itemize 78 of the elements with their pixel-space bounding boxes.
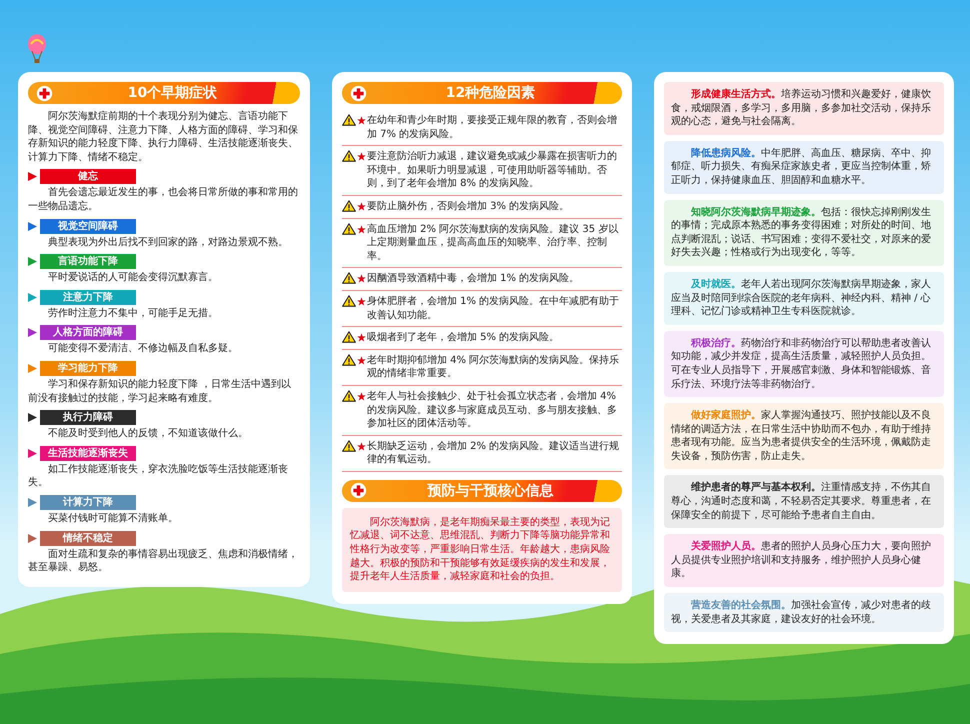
- triangle-pointer-icon: [28, 413, 37, 422]
- core-info-paragraph: 阿尔茨海默病，是老年期痴呆最主要的类型，表现为记忆减退、词不达意、思维混乱、判断力下降等脑功能异常和性格行为改变等，严重影响日常生活。年龄越大，患病风险越大。积极的预防和干预能够有效延缓疾病的发生和发展，提升老年人生活质量，减轻家庭和社会的负担。: [342, 508, 622, 592]
- star-icon: [357, 274, 366, 284]
- triangle-pointer-icon: [28, 534, 37, 542]
- risk-factor-text: 要防止脑外伤，否则会增加 3% 的发病风险。: [367, 200, 570, 214]
- symptom-label: 学习能力下降: [40, 360, 136, 376]
- warning-icon: [342, 200, 356, 212]
- warning-icon: [342, 272, 356, 284]
- section-title: 预防与干预核心信息: [426, 482, 554, 500]
- symptom-label: 视觉空间障碍: [40, 218, 136, 234]
- warning-icon: [342, 294, 356, 307]
- symptom-description: 劳作时注意力不集中，可能手足无措。: [47, 306, 219, 320]
- star-icon: [357, 202, 366, 211]
- symptom-description: 不能及时受到他人的反馈，不知道该做什么。: [47, 427, 249, 441]
- intro-paragraph: 阿尔茨海默症前期的十个表现分别为健忘、言语功能下降、视觉空间障碍、注意力下降、人格方面的障碍、学习和保存新知识的能力轻度下降、执行力障碍、生活技能逐渐丧失、计算力下降、情绪不稳定。: [28, 110, 299, 164]
- advice-paragraph: 关爱照护人员。患者的照护人员身心压力大，要向照护人员提供专业照护培训和支持服务，维护照护人员身心健康。: [664, 534, 944, 588]
- star-icon: [357, 152, 366, 162]
- star-icon: [357, 224, 366, 234]
- symptom-label: 言语功能下降: [40, 254, 136, 270]
- advice-paragraph: 营造友善的社会氛围。加强社会宣传，减少对患者的歧视，关爱患者及其家庭，建设友好的社会环境。: [664, 593, 944, 632]
- symptom-label: 计算力下降: [40, 494, 136, 510]
- triangle-pointer-icon: [28, 222, 37, 231]
- symptom-label: 注意力下降: [40, 290, 136, 305]
- section-title: 10个早期症状: [126, 84, 218, 102]
- risk-factor-text: 在幼年和青少年时期，要接受正规年限的教育，否则会增加 7% 的发病风险。: [367, 114, 618, 142]
- star-icon: [357, 392, 366, 401]
- advice-paragraph: 做好家庭照护。家人掌握沟通技巧、照护技能以及不良情绪的调适方法，在日常生活中协助而不包办，有助于维持患者现有功能。应当为患者提供安全的生活环境，佩戴防走失设备，预防伤害，防止走失。: [664, 403, 944, 470]
- advice-paragraph: 维护患者的尊严与基本权利。注重情感支持，不伤其自尊心，沟通时态度和蔼，不轻易否定其要求。尊重患者，在保障安全的前提下，尽可能给予患者自主自由。: [664, 475, 944, 528]
- symptom-description: 面对生疏和复杂的事情容易出现疲乏、焦虑和消极情绪，甚至暴躁、易怒。: [28, 548, 299, 575]
- star-icon: [357, 296, 366, 306]
- medical-cross-icon: [350, 482, 367, 500]
- warning-icon: [342, 440, 356, 452]
- risk-factor-text: 身体肥胖者，会增加 1% 的发病风险。在中年减肥有助于改善认知功能。: [367, 294, 620, 322]
- medical-cross-icon: [36, 84, 53, 102]
- risk-factor-text: 要注意防治听力减退，建议避免或减少暴露在损害听力的环境中。如果听力明显减退，可使用助听器等辅助。否则，到了老年会增加 8% 的发病风险。: [367, 150, 618, 191]
- warning-icon: [342, 150, 356, 162]
- star-icon: [357, 333, 366, 342]
- triangle-pointer-icon: [28, 257, 37, 266]
- triangle-pointer-icon: [28, 448, 37, 458]
- star-icon: [357, 356, 366, 365]
- symptom-description: 典型表现为外出后找不到回家的路，对路边景观不熟。: [47, 236, 289, 250]
- symptom-description: 可能变得不爱清洁、不修边幅及自私多疑。: [47, 342, 239, 356]
- advice-paragraph: 降低患病风险。中年肥胖、高血压、糖尿病、卒中、抑郁症、听力损失、有痴呆症家族史者，更应当控制体重，矫正听力，保持健康血压、胆固醇和血糖水平。: [664, 140, 944, 194]
- symptom-label: 执行力障碍: [40, 410, 136, 426]
- star-icon: [357, 116, 366, 125]
- risk-factor-text: 长期缺乏运动，会增加 2% 的发病风险。建议适当进行规律的有氧运动。: [367, 440, 620, 467]
- hot-air-balloon-icon: [27, 34, 47, 64]
- symptom-description: 买菜付钱时可能算不清账单。: [47, 512, 179, 526]
- risk-factor-text: 高血压增加 2% 阿尔茨海默病的发病风险。建议 35 岁以上定期测量血压，提高高血压的知晓率、治疗率、控制率。: [367, 222, 620, 264]
- triangle-pointer-icon: [28, 172, 37, 182]
- risk-factor-text: 老年时期抑郁增加 4% 阿尔茨海默病的发病风险。保持乐观的情绪非常重要。: [367, 354, 620, 381]
- warning-icon: [342, 114, 356, 126]
- risk-factor-text: 因酗酒导致酒精中毒，会增加 1% 的发病风险。: [367, 272, 580, 286]
- warning-icon: [342, 390, 356, 402]
- triangle-pointer-icon: [28, 328, 37, 338]
- risk-factor-text: 吸烟者到了老年，会增加 5% 的发病风险。: [367, 331, 560, 345]
- section-title: 12种危险因素: [444, 84, 536, 102]
- symptom-label: 人格方面的障碍: [40, 325, 136, 340]
- warning-icon: [342, 331, 356, 344]
- symptom-description: 学习和保存新知识的能力轻度下降 ，日常生活中遇到以前没有接触过的技能，学习起来略有难度。: [28, 378, 292, 406]
- advice-paragraph: 知晓阿尔茨海默病早期迹象。包括：很快忘掉刚刚发生的事情；完成原本熟悉的事务变得困难；对所处的时间、地点判断混乱；说话、书写困难；变得不爱社交，对原来的爱好失去兴趣；性格或行为出现变化，等等。: [664, 200, 944, 266]
- symptom-description: 如工作技能逐渐丧失，穿衣洗脸吃饭等生活技能逐渐丧失。: [28, 462, 289, 490]
- symptom-label: 生活技能逐渐丧失: [40, 446, 136, 461]
- triangle-pointer-icon: [28, 364, 37, 373]
- symptom-description: 首先会遗忘最近发生的事，也会将日常所做的事和常用的一些物品遗忘。: [28, 186, 299, 214]
- triangle-pointer-icon: [28, 292, 37, 302]
- warning-icon: [342, 354, 356, 366]
- risk-factor-text: 老年人与社会接触少、处于社会孤立状态者，会增加 4% 的发病风险。建议多与家庭成员互动、多与朋友接触、多参加社区的团体活动等。: [367, 390, 618, 431]
- advice-paragraph: 积极治疗。药物治疗和非药物治疗可以帮助患者改善认知功能，减少并发症，提高生活质量，减轻照护人员负担。可在专业人员指导下，开展感官刺激、身体和智能锻炼、音乐疗法、环境疗法等非药物治疗。: [664, 330, 944, 398]
- triangle-pointer-icon: [28, 498, 37, 507]
- symptom-description: 平时爱说话的人可能会变得沉默寡言。: [47, 271, 219, 285]
- warning-icon: [342, 222, 356, 235]
- symptom-label: 情绪不稳定: [40, 530, 136, 546]
- advice-paragraph: 形成健康生活方式。培养运动习惯和兴趣爱好，健康饮食，戒烟限酒，多学习，多用脑，多参加社交活动，保持乐观的心态，避免与社会隔离。: [664, 82, 944, 135]
- advice-paragraph: 及时就医。老年人若出现阿尔茨海默病早期迹象，家人应当及时陪同到综合医院的老年病科、神经内科、精神 / 心理科、记忆门诊或精神卫生专科医院就诊。: [664, 272, 944, 325]
- star-icon: [357, 442, 366, 451]
- medical-cross-icon: [350, 84, 367, 102]
- symptom-label: 健忘: [40, 169, 136, 184]
